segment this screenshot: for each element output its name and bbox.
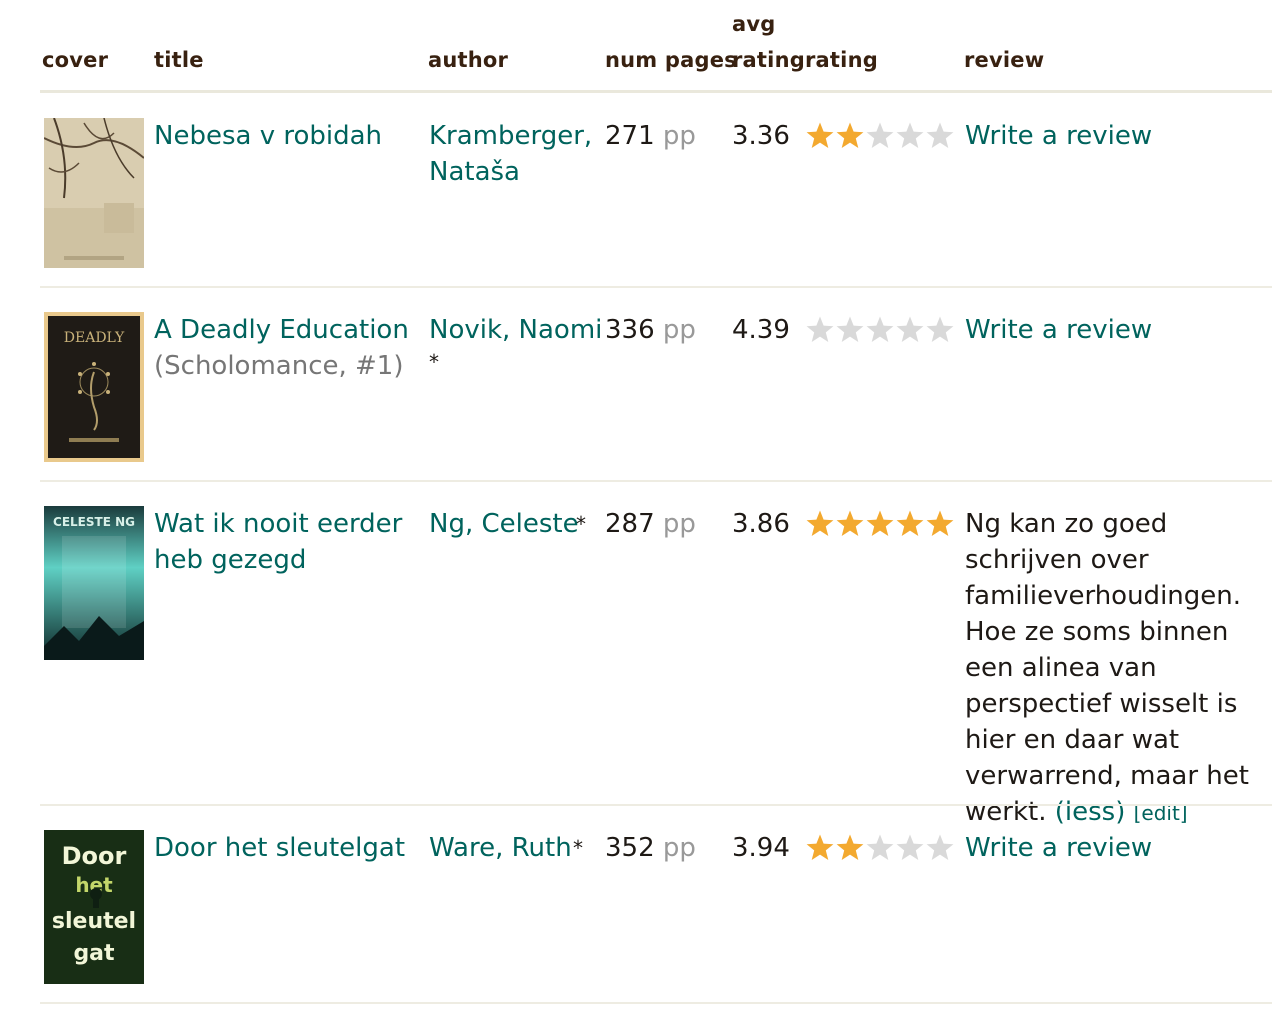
series-label[interactable]: (Scholomance, #1) — [154, 348, 414, 384]
column-header-cover[interactable]: cover — [42, 48, 108, 72]
author-goodreads-mark: * — [573, 836, 583, 860]
cover-celeste-text: CELESTE NG — [53, 515, 135, 529]
num-pages: 336 pp — [605, 312, 696, 348]
row-divider — [40, 804, 1272, 806]
svg-text:sleutel: sleutel — [52, 909, 136, 934]
less-link[interactable]: (less) — [1055, 797, 1126, 827]
author-link[interactable]: Novik, Naomi — [429, 312, 602, 348]
star-filled-icon[interactable] — [895, 509, 925, 539]
num-pages: 271 pp — [605, 118, 696, 154]
svg-text:Door: Door — [62, 842, 127, 870]
author-link[interactable]: Kramberger, — [429, 118, 592, 154]
my-rating-stars[interactable] — [805, 509, 955, 539]
pages-value: 336 — [605, 315, 655, 345]
book-title-link[interactable]: Nebesa v robidah — [154, 118, 414, 154]
star-empty-icon[interactable] — [865, 121, 895, 151]
author-link[interactable]: Ware, Ruth — [429, 830, 572, 866]
pages-value: 352 — [605, 833, 655, 863]
review-text: Ng kan zo goed schrijven over familiever… — [965, 509, 1249, 827]
write-review-link[interactable]: Write a review — [965, 312, 1152, 348]
pages-unit: pp — [662, 121, 696, 151]
cover-celeste-icon[interactable]: CELESTE NG — [44, 506, 144, 660]
avg-rating: 3.36 — [732, 121, 790, 151]
cover-nebesa-icon[interactable] — [44, 118, 144, 268]
cover-deadly-text: DEADLY — [64, 330, 125, 346]
num-pages: 352 pp — [605, 830, 696, 866]
write-review-link[interactable]: Write a review — [965, 830, 1152, 866]
star-empty-icon[interactable] — [895, 121, 925, 151]
svg-text:gat: gat — [73, 941, 115, 966]
star-filled-icon[interactable] — [835, 509, 865, 539]
star-filled-icon[interactable] — [805, 833, 835, 863]
star-empty-icon[interactable] — [895, 315, 925, 345]
author-goodreads-mark: * — [429, 350, 439, 374]
star-empty-icon[interactable] — [925, 833, 955, 863]
column-header-review[interactable]: review — [964, 48, 1044, 72]
star-filled-icon[interactable] — [925, 509, 955, 539]
write-review-link[interactable]: Write a review — [965, 118, 1152, 154]
star-filled-icon[interactable] — [805, 509, 835, 539]
pages-value: 271 — [605, 121, 655, 151]
avg-rating: 4.39 — [732, 315, 790, 345]
column-header-avg-line1[interactable]: avg — [732, 12, 776, 36]
my-rating-stars[interactable] — [805, 833, 955, 863]
book-title-link[interactable]: Wat ik nooit eerder heb gezegd — [154, 506, 414, 578]
star-empty-icon[interactable] — [925, 121, 955, 151]
star-empty-icon[interactable] — [805, 315, 835, 345]
pages-unit: pp — [662, 833, 696, 863]
column-header-num-pages[interactable]: num pages — [605, 48, 737, 72]
star-filled-icon[interactable] — [865, 509, 895, 539]
star-filled-icon[interactable] — [805, 121, 835, 151]
star-filled-icon[interactable] — [835, 121, 865, 151]
star-empty-icon[interactable] — [835, 315, 865, 345]
cover-sleutelgat-icon[interactable]: Door het sleutel gat — [44, 830, 144, 984]
book-title-text[interactable]: Wat ik nooit eerder heb gezegd — [154, 506, 414, 578]
review-cell: Ng kan zo goed schrijven over familiever… — [965, 506, 1269, 831]
column-header-avg-line2[interactable]: rating — [732, 48, 805, 72]
star-filled-icon[interactable] — [835, 833, 865, 863]
star-empty-icon[interactable] — [865, 833, 895, 863]
column-header-rating[interactable]: rating — [805, 48, 878, 72]
author-link[interactable]: Ng, Celeste — [429, 506, 579, 542]
star-empty-icon[interactable] — [865, 315, 895, 345]
num-pages: 287 pp — [605, 506, 696, 542]
my-rating-stars[interactable] — [805, 121, 955, 151]
pages-value: 287 — [605, 509, 655, 539]
column-header-author[interactable]: author — [428, 48, 508, 72]
column-header-title[interactable]: title — [154, 48, 204, 72]
row-divider — [40, 1002, 1272, 1004]
author-goodreads-mark: * — [576, 512, 586, 536]
my-rating-stars[interactable] — [805, 315, 955, 345]
star-empty-icon[interactable] — [895, 833, 925, 863]
row-divider — [40, 480, 1272, 482]
cover-deadly-icon[interactable]: DEADLY — [44, 312, 144, 462]
book-title-link[interactable]: Door het sleutelgat — [154, 830, 414, 866]
header-divider — [40, 90, 1272, 93]
book-title-link[interactable]: A Deadly Education — [154, 312, 414, 348]
avg-rating: 3.86 — [732, 509, 790, 539]
star-empty-icon[interactable] — [925, 315, 955, 345]
pages-unit: pp — [662, 509, 696, 539]
avg-rating: 3.94 — [732, 833, 790, 863]
row-divider — [40, 286, 1272, 288]
pages-unit: pp — [662, 315, 696, 345]
author-link-line2[interactable]: Nataša — [429, 154, 520, 190]
